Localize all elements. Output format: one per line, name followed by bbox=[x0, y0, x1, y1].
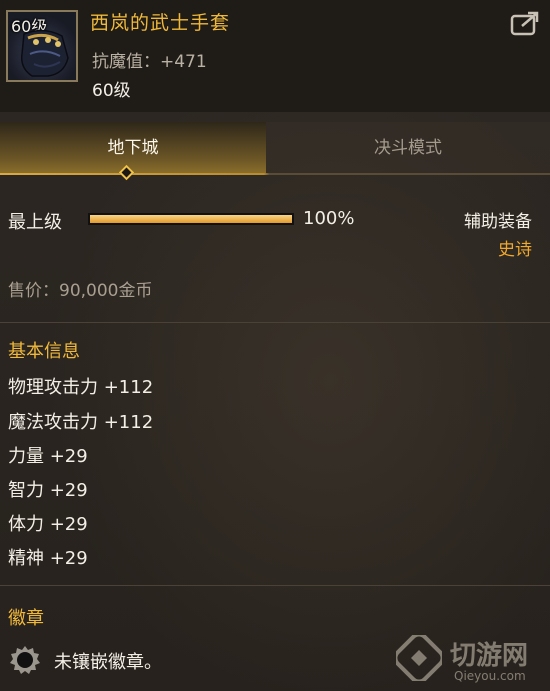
tab-dungeon[interactable]: 地下城 bbox=[0, 122, 266, 174]
upgrade-progress-bar bbox=[88, 213, 294, 225]
attribute-line: 智力 +29 bbox=[8, 480, 88, 501]
attribute-line: 魔法攻击力 +112 bbox=[8, 412, 154, 433]
basic-info-title: 基本信息 bbox=[8, 341, 80, 362]
emblem-title: 徽章 bbox=[8, 608, 44, 629]
attribute-line: 精神 +29 bbox=[8, 548, 88, 569]
divider bbox=[0, 322, 550, 323]
attribute-line: 物理攻击力 +112 bbox=[8, 377, 154, 398]
item-tooltip-panel: 60级 西岚的武士手套 抗魔值：+471 60级 地下城 决斗模式 最上级 10… bbox=[0, 0, 550, 691]
watermark-domain: Qieyou.com bbox=[454, 669, 526, 683]
equipment-type: 辅助装备 bbox=[464, 212, 532, 232]
tab-pvp-mode[interactable]: 决斗模式 bbox=[266, 122, 550, 174]
tab-underline bbox=[0, 173, 550, 175]
magic-resist-stat: 抗魔值：+471 bbox=[92, 52, 207, 72]
watermark-text: 切游网 bbox=[450, 641, 529, 671]
gauntlet-icon bbox=[20, 29, 69, 77]
item-name: 西岚的武士手套 bbox=[90, 12, 231, 34]
emblem-status: 未镶嵌徽章。 bbox=[54, 652, 162, 673]
site-watermark: 切游网 Qieyou.com bbox=[396, 633, 546, 689]
item-icon-frame[interactable]: 60级 bbox=[6, 10, 78, 82]
empty-socket-icon bbox=[10, 646, 40, 674]
sell-price: 售价：90,000金币 bbox=[8, 281, 153, 301]
upgrade-grade-label: 最上级 bbox=[8, 212, 62, 233]
upgrade-progress-fill bbox=[90, 215, 292, 223]
divider bbox=[0, 585, 550, 586]
rarity-label: 史诗 bbox=[498, 240, 532, 260]
item-header: 60级 西岚的武士手套 抗魔值：+471 60级 bbox=[0, 0, 550, 112]
attribute-line: 力量 +29 bbox=[8, 446, 88, 467]
watermark-logo-icon bbox=[396, 635, 442, 681]
share-icon[interactable] bbox=[510, 10, 540, 36]
attribute-line: 体力 +29 bbox=[8, 514, 88, 535]
upgrade-percent: 100% bbox=[303, 208, 355, 229]
mode-tabs: 地下城 决斗模式 bbox=[0, 122, 550, 174]
item-level: 60级 bbox=[92, 81, 131, 101]
